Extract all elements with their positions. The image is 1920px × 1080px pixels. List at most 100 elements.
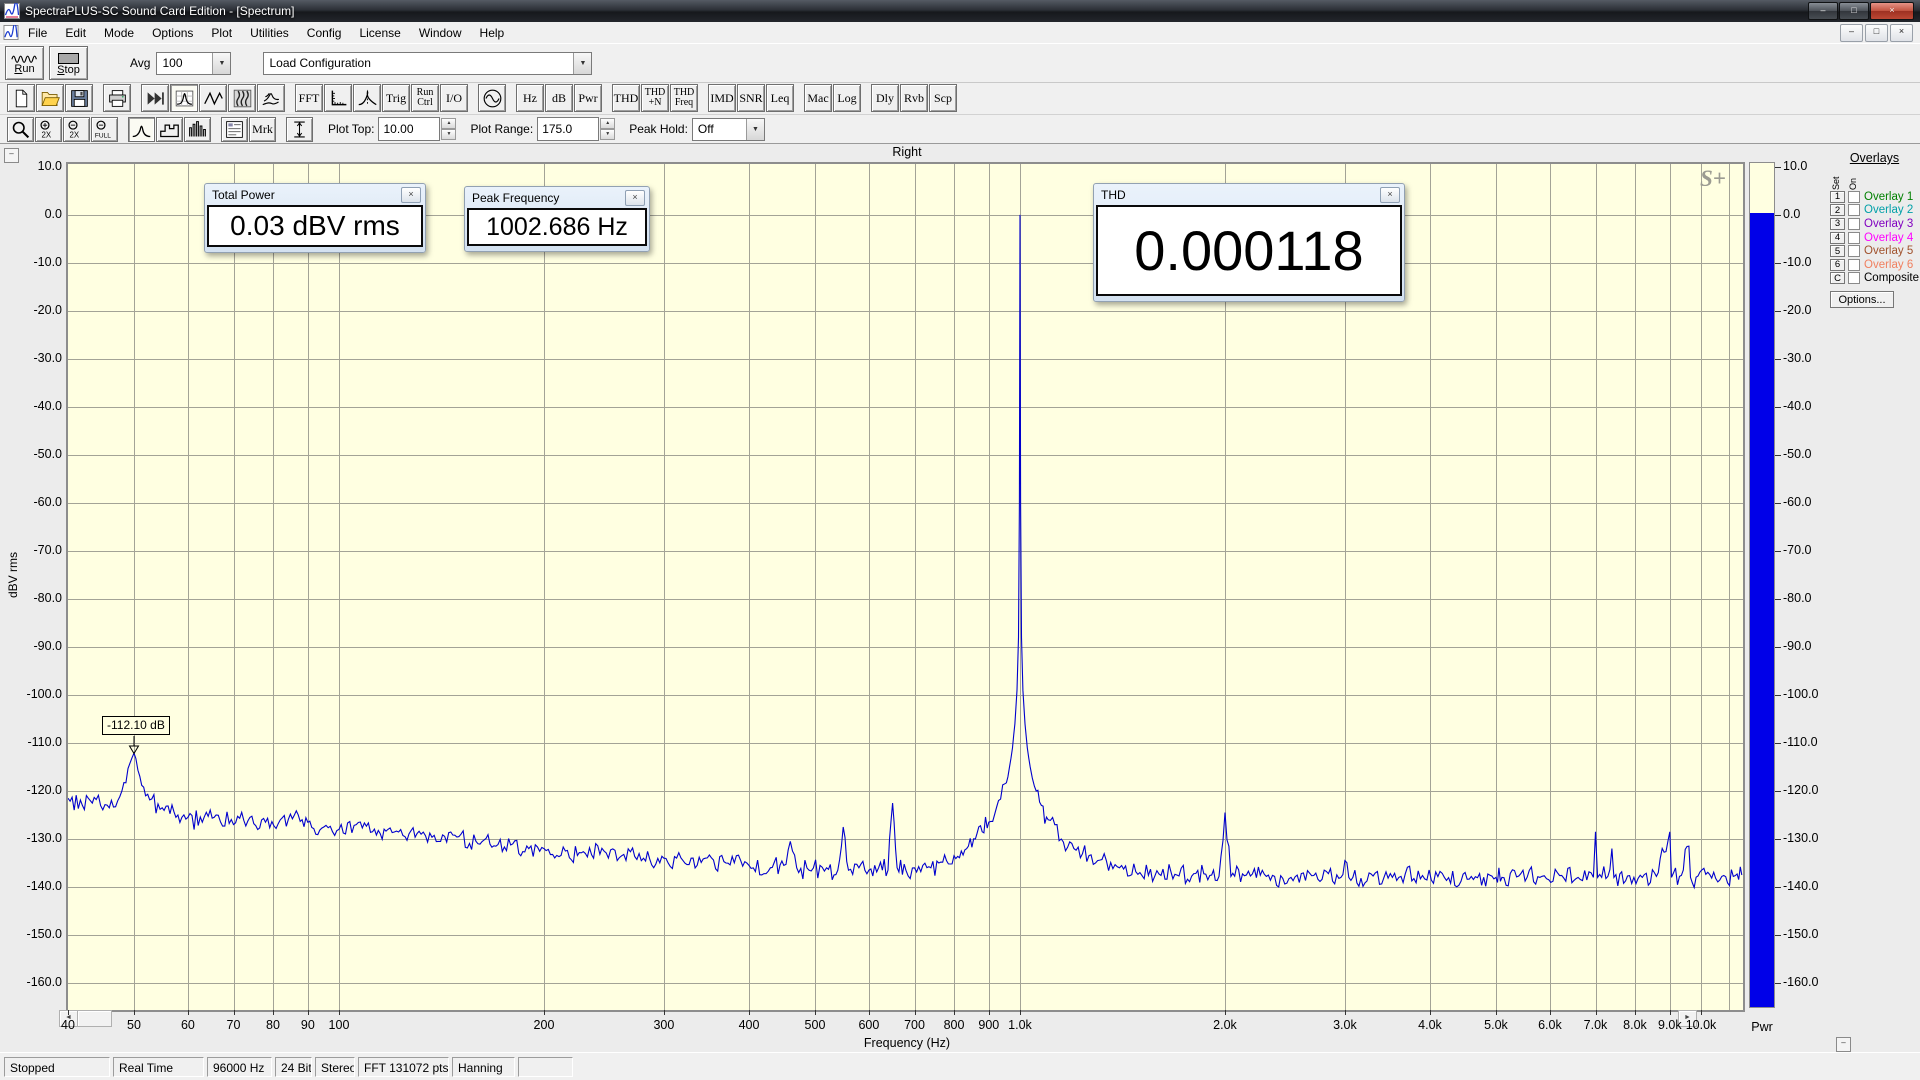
plot-range-input[interactable]	[537, 117, 599, 141]
leq-button[interactable]: Leq	[766, 84, 794, 112]
power-scale-tick	[1775, 839, 1781, 840]
logging-button[interactable]: Log	[833, 84, 861, 112]
folder-icon	[40, 88, 61, 109]
load-configuration-select[interactable]: Load Configuration ▼	[263, 52, 592, 75]
minimize-button[interactable]: –	[1808, 2, 1838, 20]
peak-hold-select[interactable]: Off ▼	[692, 118, 765, 141]
overlay-on-1-checkbox[interactable]	[1848, 191, 1860, 203]
menu-plot[interactable]: Plot	[202, 24, 241, 42]
child-minimize-button[interactable]: –	[1840, 24, 1863, 42]
macro-button[interactable]: Mac	[804, 84, 832, 112]
plot-range-spinner[interactable]: ▲▼	[600, 118, 615, 140]
stop-label: Stop	[57, 64, 80, 76]
menu-help[interactable]: Help	[471, 24, 514, 42]
snr-button[interactable]: SNR	[737, 84, 765, 112]
menu-utilities[interactable]: Utilities	[241, 24, 298, 42]
overlay-on-3-checkbox[interactable]	[1848, 218, 1860, 230]
menu-config[interactable]: Config	[298, 24, 351, 42]
plot-top-spinner[interactable]: ▲▼	[441, 118, 456, 140]
menu-mode[interactable]: Mode	[95, 24, 143, 42]
overlay-set-4-button[interactable]: 4	[1830, 232, 1845, 244]
bar-plot-style-button[interactable]	[156, 117, 183, 142]
x-axis-tick	[954, 1010, 955, 1015]
markers-button[interactable]: Mrk	[249, 117, 276, 142]
time-series-view-button[interactable]	[199, 84, 227, 112]
pane-collapse-bottom-icon[interactable]: –	[1836, 1037, 1851, 1052]
legend-button[interactable]	[221, 117, 248, 142]
peak-frequency-window[interactable]: Peak Frequency × 1002.686 Hz	[464, 186, 650, 252]
thd-freq-button[interactable]: THD Freq	[670, 84, 698, 112]
new-file-button[interactable]	[7, 84, 35, 112]
thd-button[interactable]: THD	[612, 84, 640, 112]
fft-settings-button[interactable]: FFT	[295, 84, 323, 112]
zoom-in-2x-button[interactable]	[35, 117, 62, 142]
menu-file[interactable]: File	[19, 24, 56, 42]
line-plot-style-button[interactable]	[128, 117, 155, 142]
overlay-set-C-button[interactable]: C	[1830, 272, 1845, 284]
save-file-button[interactable]	[65, 84, 93, 112]
sgram-icon	[232, 88, 253, 109]
child-restore-button[interactable]: □	[1865, 24, 1888, 42]
thd-window[interactable]: THD × 0.000118	[1093, 183, 1405, 302]
menu-edit[interactable]: Edit	[56, 24, 95, 42]
close-icon[interactable]: ×	[401, 187, 421, 203]
spectrogram-view-button[interactable]	[228, 84, 256, 112]
close-icon[interactable]: ×	[1380, 187, 1400, 203]
overlay-on-C-checkbox[interactable]	[1848, 272, 1860, 284]
app-icon	[4, 3, 20, 19]
y-axis-label: -110.0	[2, 735, 62, 749]
stop-button[interactable]: Stop	[49, 46, 88, 80]
zoom-tool-button[interactable]	[7, 117, 34, 142]
imd-button[interactable]: IMD	[708, 84, 736, 112]
spectrum-view-button[interactable]	[170, 84, 198, 112]
zoom-out-full-button[interactable]	[91, 117, 118, 142]
amplitude-range-button[interactable]	[286, 117, 313, 142]
input-output-button[interactable]: I/O	[440, 84, 468, 112]
maximize-button[interactable]: □	[1839, 2, 1869, 20]
frequency-units-button[interactable]: Hz	[516, 84, 544, 112]
overlay-set-1-button[interactable]: 1	[1830, 191, 1845, 203]
spectrum-chart[interactable]	[66, 162, 1745, 1012]
scope-button[interactable]: Scp	[929, 84, 957, 112]
child-close-button[interactable]: ×	[1890, 24, 1913, 42]
delay-button[interactable]: Dly	[871, 84, 899, 112]
overlay-on-2-checkbox[interactable]	[1848, 204, 1860, 216]
reverb-button[interactable]: Rvb	[900, 84, 928, 112]
post-process-button[interactable]	[141, 84, 169, 112]
chevron-down-icon[interactable]: ▼	[212, 53, 230, 74]
avg-select[interactable]: 100 ▼	[156, 52, 231, 75]
total-power-window[interactable]: Total Power × 0.03 dBV rms	[204, 183, 426, 253]
run-button[interactable]: Run	[5, 46, 44, 80]
open-file-button[interactable]	[36, 84, 64, 112]
run-control-button[interactable]: Run Ctrl	[411, 84, 439, 112]
processing-button[interactable]	[353, 84, 381, 112]
close-icon[interactable]: ×	[625, 190, 645, 206]
thd-plus-n-button[interactable]: THD +N	[641, 84, 669, 112]
menu-window[interactable]: Window	[410, 24, 471, 42]
scaling-button[interactable]	[324, 84, 352, 112]
window-title: SpectraPLUS-SC Sound Card Edition - [Spe…	[25, 4, 294, 18]
amplitude-units-button[interactable]: dB	[545, 84, 573, 112]
overlays-options-button[interactable]: Options...	[1830, 291, 1894, 308]
signal-generator-button[interactable]	[478, 84, 506, 112]
surface-view-button[interactable]	[257, 84, 285, 112]
total-power-button[interactable]: Pwr	[574, 84, 602, 112]
status-cell-real-time: Real Time	[113, 1057, 204, 1077]
close-button[interactable]: ×	[1870, 2, 1914, 20]
zoom-out-2x-button[interactable]	[63, 117, 90, 142]
overlay-on-5-checkbox[interactable]	[1848, 245, 1860, 257]
print-button[interactable]	[103, 84, 131, 112]
magnifier-icon	[10, 119, 31, 140]
overlay-on-6-checkbox[interactable]	[1848, 259, 1860, 271]
plot-top-input[interactable]	[378, 117, 440, 141]
histogram-plot-style-button[interactable]	[184, 117, 211, 142]
power-scale-tick	[1775, 743, 1781, 744]
overlay-on-4-checkbox[interactable]	[1848, 232, 1860, 244]
x-axis-tick	[915, 1010, 916, 1015]
menu-license[interactable]: License	[350, 24, 409, 42]
chevron-down-icon[interactable]: ▼	[746, 119, 764, 140]
chevron-down-icon[interactable]: ▼	[573, 53, 591, 74]
y-axis-label: 10.0	[2, 159, 62, 173]
menu-options[interactable]: Options	[143, 24, 202, 42]
triggering-button[interactable]: Trig	[382, 84, 410, 112]
